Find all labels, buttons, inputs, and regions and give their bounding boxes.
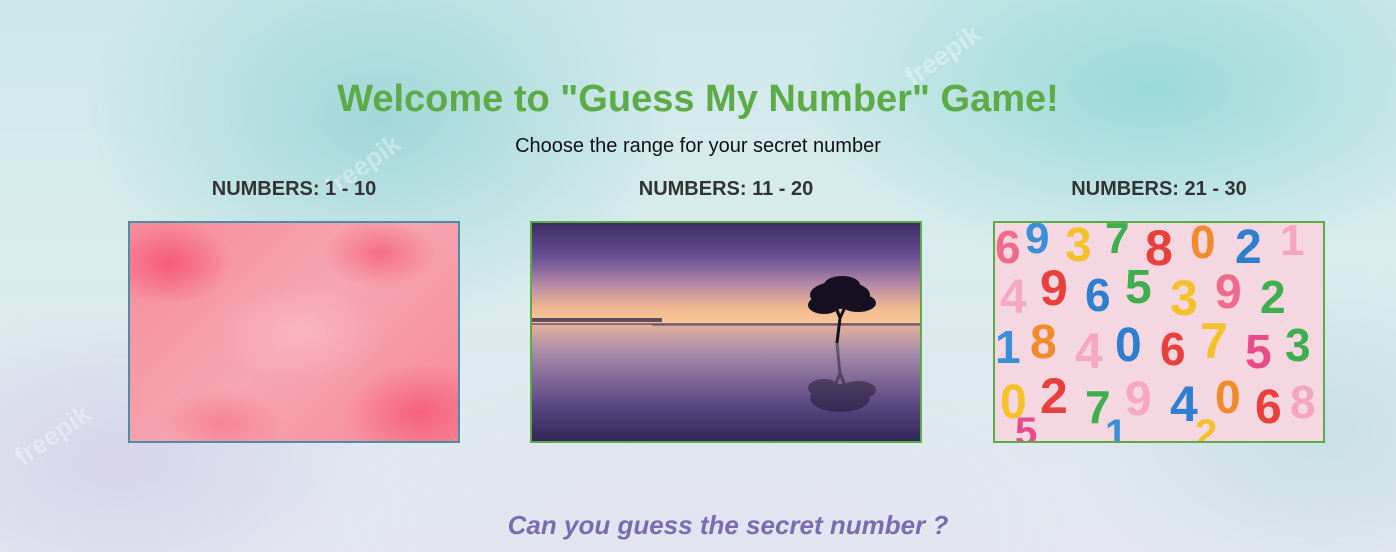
svg-text:2: 2 — [1195, 412, 1217, 441]
svg-text:8: 8 — [1290, 376, 1316, 428]
svg-text:4: 4 — [1170, 376, 1198, 432]
range-label-11-20: NUMBERS: 11 - 20 — [638, 178, 814, 200]
footer-tagline: Can you guess the secret number ? — [507, 510, 949, 540]
svg-text:0: 0 — [1115, 319, 1142, 372]
svg-text:5: 5 — [1015, 410, 1037, 441]
range-card-11-20[interactable] — [530, 221, 922, 443]
svg-text:6: 6 — [995, 223, 1021, 273]
svg-text:0: 0 — [1190, 223, 1216, 268]
page-title: Welcome to "Guess My Number" Game! — [337, 78, 1059, 120]
svg-text:7: 7 — [1105, 223, 1129, 263]
colorful-numbers-image: 6 9 3 7 8 0 2 1 4 9 6 5 3 9 2 1 8 4 0 6 … — [995, 223, 1316, 441]
pink-clouds-image — [130, 223, 458, 441]
svg-text:8: 8 — [1030, 316, 1057, 369]
svg-text:6: 6 — [1160, 323, 1186, 375]
svg-text:9: 9 — [1125, 373, 1152, 426]
range-option-1-10: NUMBERS: 1 - 10 — [128, 178, 460, 443]
svg-text:2: 2 — [1040, 368, 1068, 424]
svg-text:9: 9 — [1025, 223, 1049, 263]
range-card-1-10[interactable] — [128, 221, 460, 443]
range-label-1-10: NUMBERS: 1 - 10 — [211, 178, 377, 200]
sunset-lake-tree-image — [532, 276, 920, 412]
page-subtitle: Choose the range for your secret number — [515, 135, 881, 157]
range-option-11-20: NUMBERS: 11 - 20 — [530, 178, 922, 443]
svg-text:6: 6 — [1255, 381, 1282, 434]
svg-text:4: 4 — [1000, 271, 1027, 324]
range-option-21-30: NUMBERS: 21 - 30 6 9 3 7 8 0 2 1 4 9 6 5… — [993, 178, 1325, 443]
range-card-21-30[interactable]: 6 9 3 7 8 0 2 1 4 9 6 5 3 9 2 1 8 4 0 6 … — [993, 221, 1325, 443]
svg-text:9: 9 — [1040, 260, 1068, 316]
svg-text:7: 7 — [1200, 313, 1228, 369]
background-watermark: freepik — [8, 398, 96, 472]
svg-text:5: 5 — [1245, 326, 1272, 379]
svg-text:1: 1 — [1105, 412, 1127, 441]
range-label-21-30: NUMBERS: 21 - 30 — [1071, 178, 1247, 200]
svg-text:3: 3 — [1285, 319, 1311, 371]
svg-text:3: 3 — [1065, 223, 1092, 272]
svg-text:9: 9 — [1215, 266, 1242, 319]
svg-text:1: 1 — [1280, 223, 1304, 265]
svg-text:0: 0 — [1215, 371, 1241, 423]
svg-text:3: 3 — [1170, 270, 1198, 326]
svg-text:6: 6 — [1085, 269, 1111, 321]
svg-text:5: 5 — [1125, 261, 1152, 314]
svg-text:2: 2 — [1260, 271, 1286, 323]
svg-text:4: 4 — [1075, 323, 1103, 379]
svg-text:1: 1 — [995, 321, 1021, 373]
